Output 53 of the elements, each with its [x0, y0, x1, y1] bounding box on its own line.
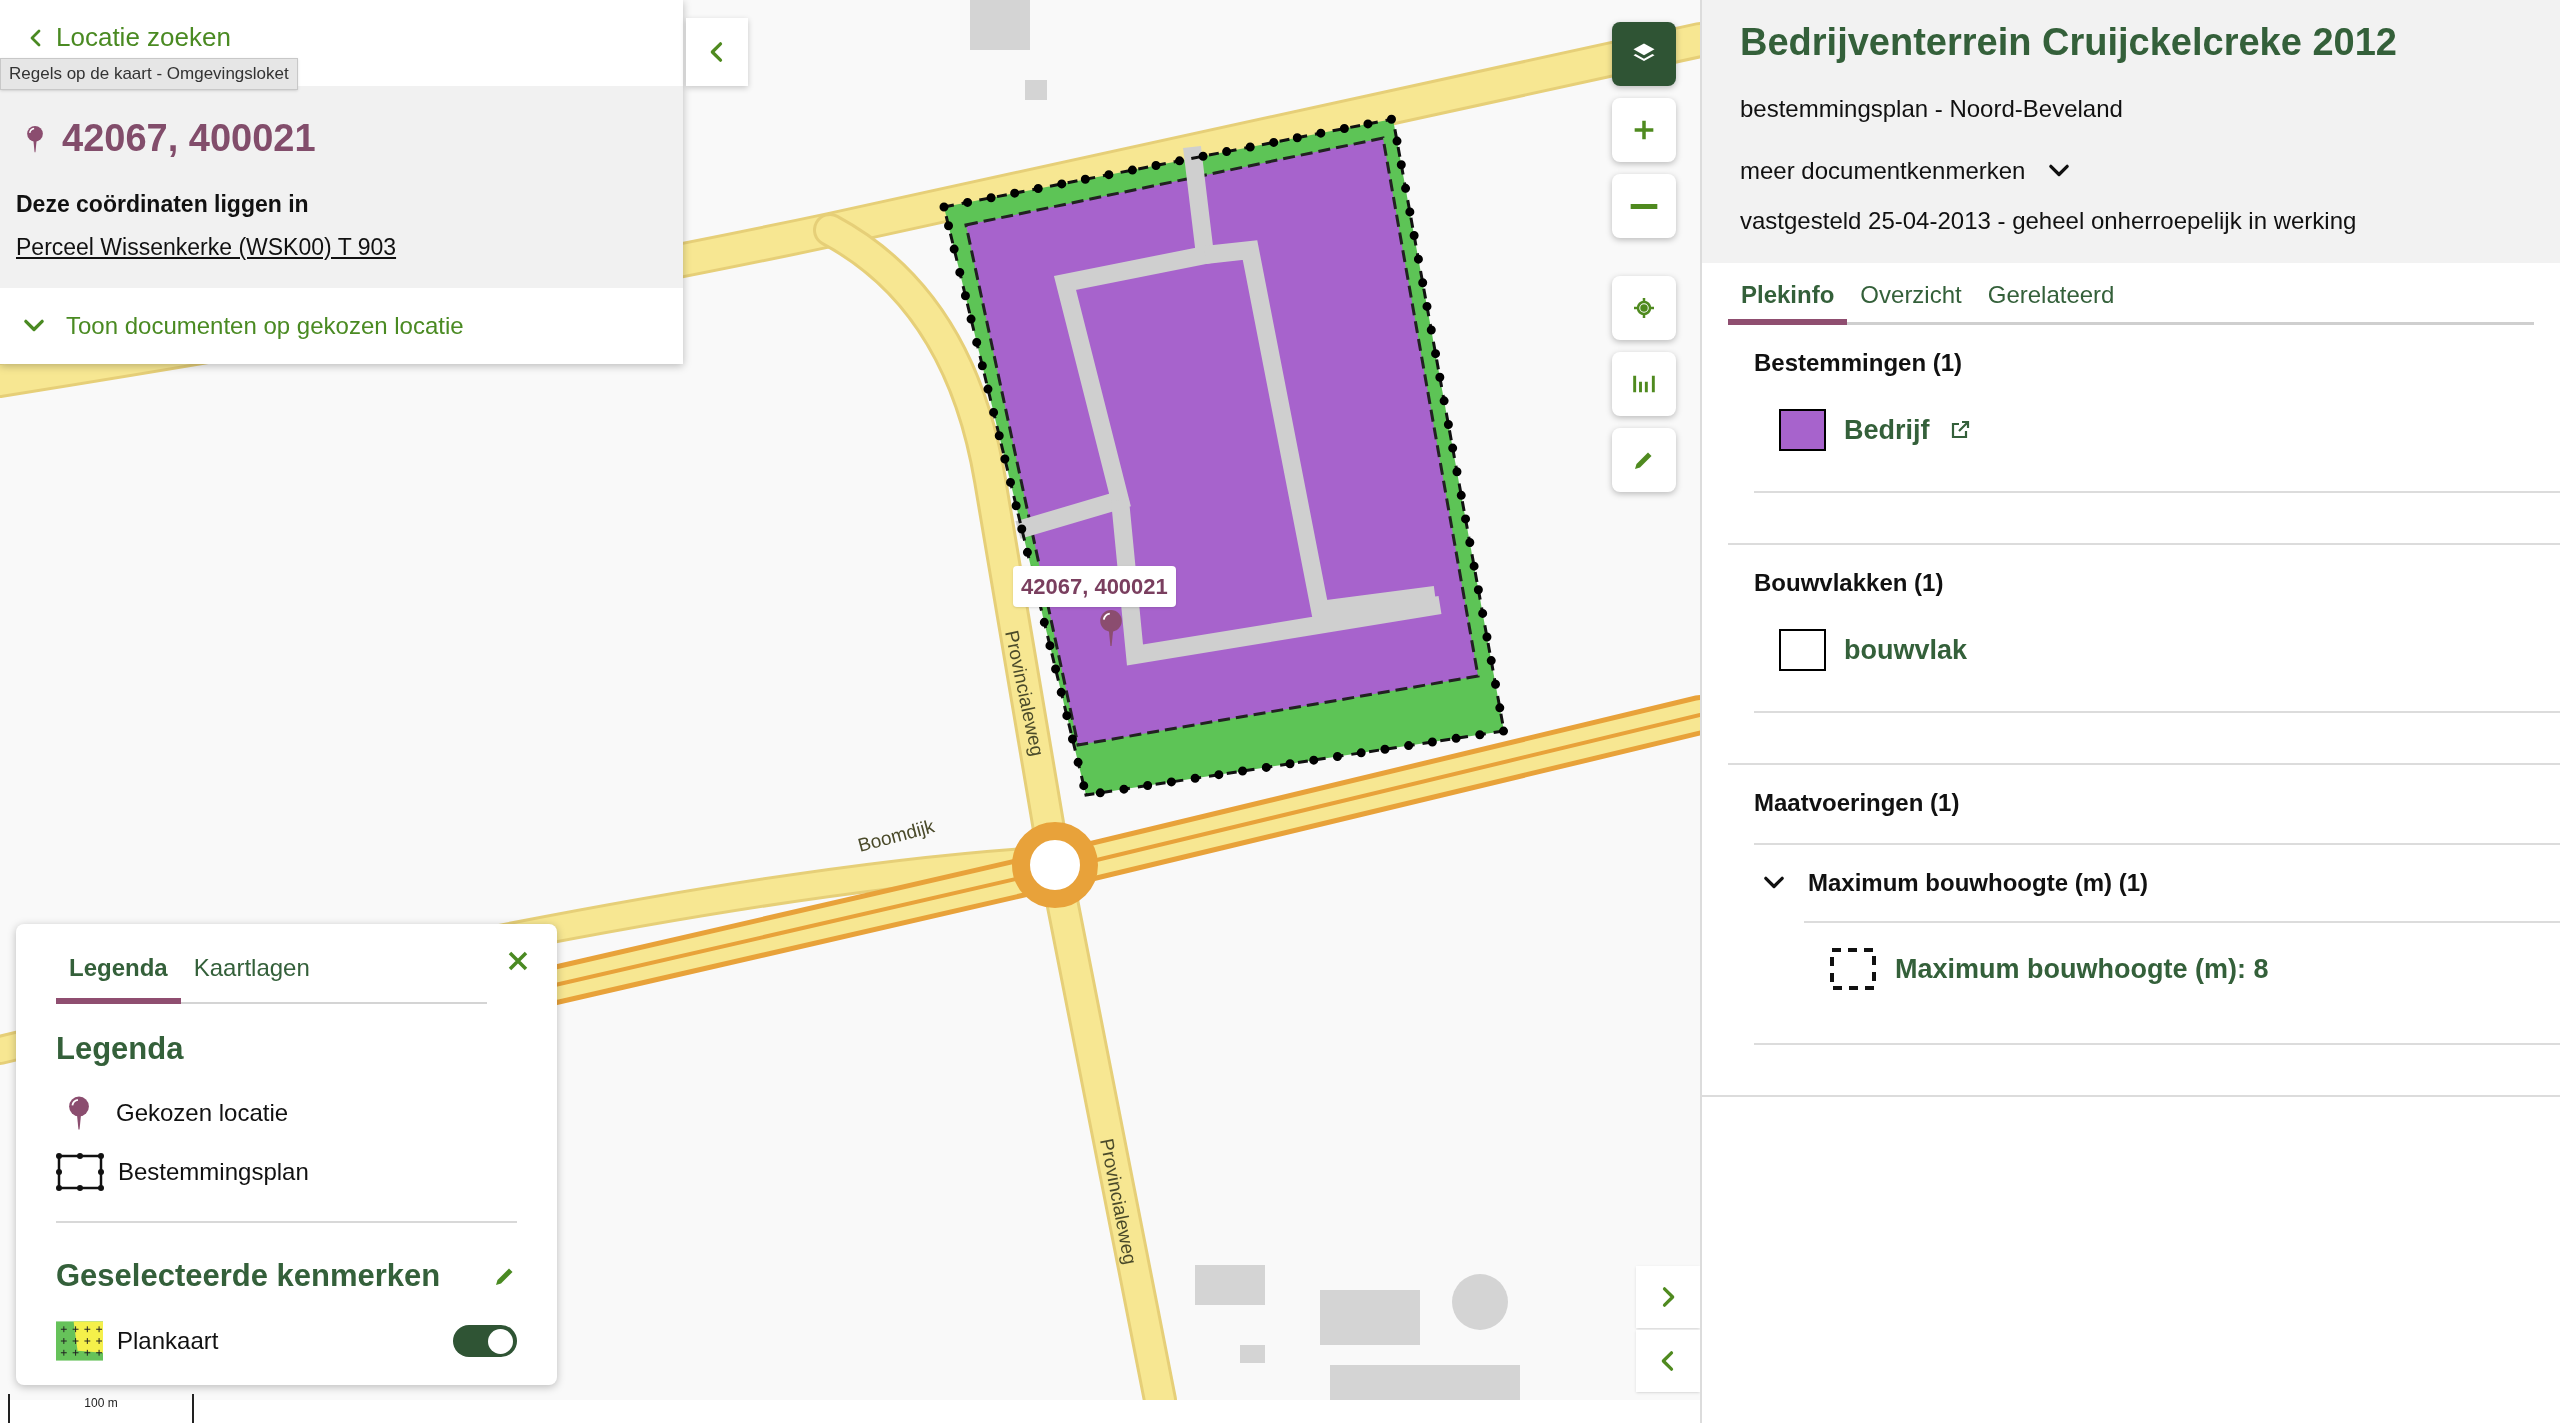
legend-tab[interactable]: Kaartlagen	[180, 946, 323, 1004]
layers-button[interactable]	[1612, 22, 1676, 86]
selected-features-heading: Geselecteerde kenmerken	[56, 1256, 441, 1295]
zoom-out-button[interactable]	[1612, 174, 1676, 238]
crosshair-icon	[1632, 296, 1656, 320]
building	[1452, 1274, 1508, 1330]
document-status: vastgesteld 25-04-2013 - geheel onherroepelijk in werking	[1740, 206, 2358, 236]
back-link[interactable]: Locatie zoeken	[24, 18, 231, 57]
layer-label: Plankaart	[117, 1326, 220, 1356]
tooltip: Regels op de kaart - Omgevingsloket	[0, 58, 298, 90]
group-toggle[interactable]: Maximum bouwhoogte (m) (1)	[1754, 845, 2148, 921]
section-heading: Bouwvlakken (1)	[1754, 568, 1945, 598]
layer-toggle[interactable]	[453, 1325, 517, 1357]
locate-button[interactable]	[1612, 276, 1676, 340]
zoning-outline-swatch	[1779, 629, 1826, 671]
road-label: Boomdijk	[855, 815, 937, 856]
coordinates-heading: 42067, 400021	[62, 116, 316, 161]
legend-heading: Legenda	[56, 1030, 185, 1068]
map-pin-icon	[26, 124, 44, 153]
more-properties-toggle[interactable]: meer documentkenmerken	[1740, 153, 2074, 189]
marker-label: 42067, 400021	[1013, 566, 1176, 607]
document-tab[interactable]: Plekinfo	[1728, 277, 1848, 325]
building	[1025, 80, 1047, 100]
section-heading: Maatvoeringen (1)	[1754, 788, 1961, 818]
legend-tab[interactable]: Legenda	[56, 946, 181, 1004]
building	[970, 0, 1030, 50]
building	[1195, 1265, 1265, 1305]
measure-button[interactable]	[1612, 352, 1676, 416]
document-subtitle: bestemmingsplan - Noord-Beveland	[1740, 94, 2124, 124]
parcel-link[interactable]: Perceel Wissenkerke (WSK00) T 903	[16, 229, 397, 264]
draw-button[interactable]	[1612, 428, 1676, 492]
minus-icon	[1630, 203, 1658, 209]
dashed-square-icon	[1829, 947, 1877, 991]
document-title: Bedrijventerrein Cruijckelcreke 2012	[1740, 20, 2398, 65]
building	[1240, 1345, 1265, 1363]
scale-bar: 100 m	[8, 1394, 194, 1423]
document-tab[interactable]: Gerelateerd	[1974, 277, 2128, 325]
zoom-in-button[interactable]	[1612, 98, 1676, 162]
zoning-link[interactable]: Bedrijf	[1844, 409, 1972, 451]
documents-toggle[interactable]: Toon documenten op gekozen locatie	[0, 288, 683, 364]
location-intro: Deze coördinaten liggen in	[16, 190, 310, 219]
measurement-link[interactable]: Maximum bouwhoogte (m): 8	[1895, 948, 2269, 990]
legend-label: Bestemmingsplan	[118, 1156, 309, 1187]
section-heading: Bestemmingen (1)	[1754, 348, 1964, 378]
legend-label: Gekozen locatie	[116, 1097, 289, 1128]
close-icon	[506, 949, 530, 973]
map-pin-icon	[1099, 608, 1123, 648]
plan-map-thumbnail-icon	[56, 1321, 103, 1361]
zoning-color-swatch	[1779, 409, 1826, 451]
map-pin-icon	[68, 1094, 90, 1131]
document-tab[interactable]: Overzicht	[1847, 277, 1975, 325]
zoning-link[interactable]: bouwvlak	[1844, 629, 1968, 671]
dotted-rectangle-icon	[56, 1152, 104, 1191]
